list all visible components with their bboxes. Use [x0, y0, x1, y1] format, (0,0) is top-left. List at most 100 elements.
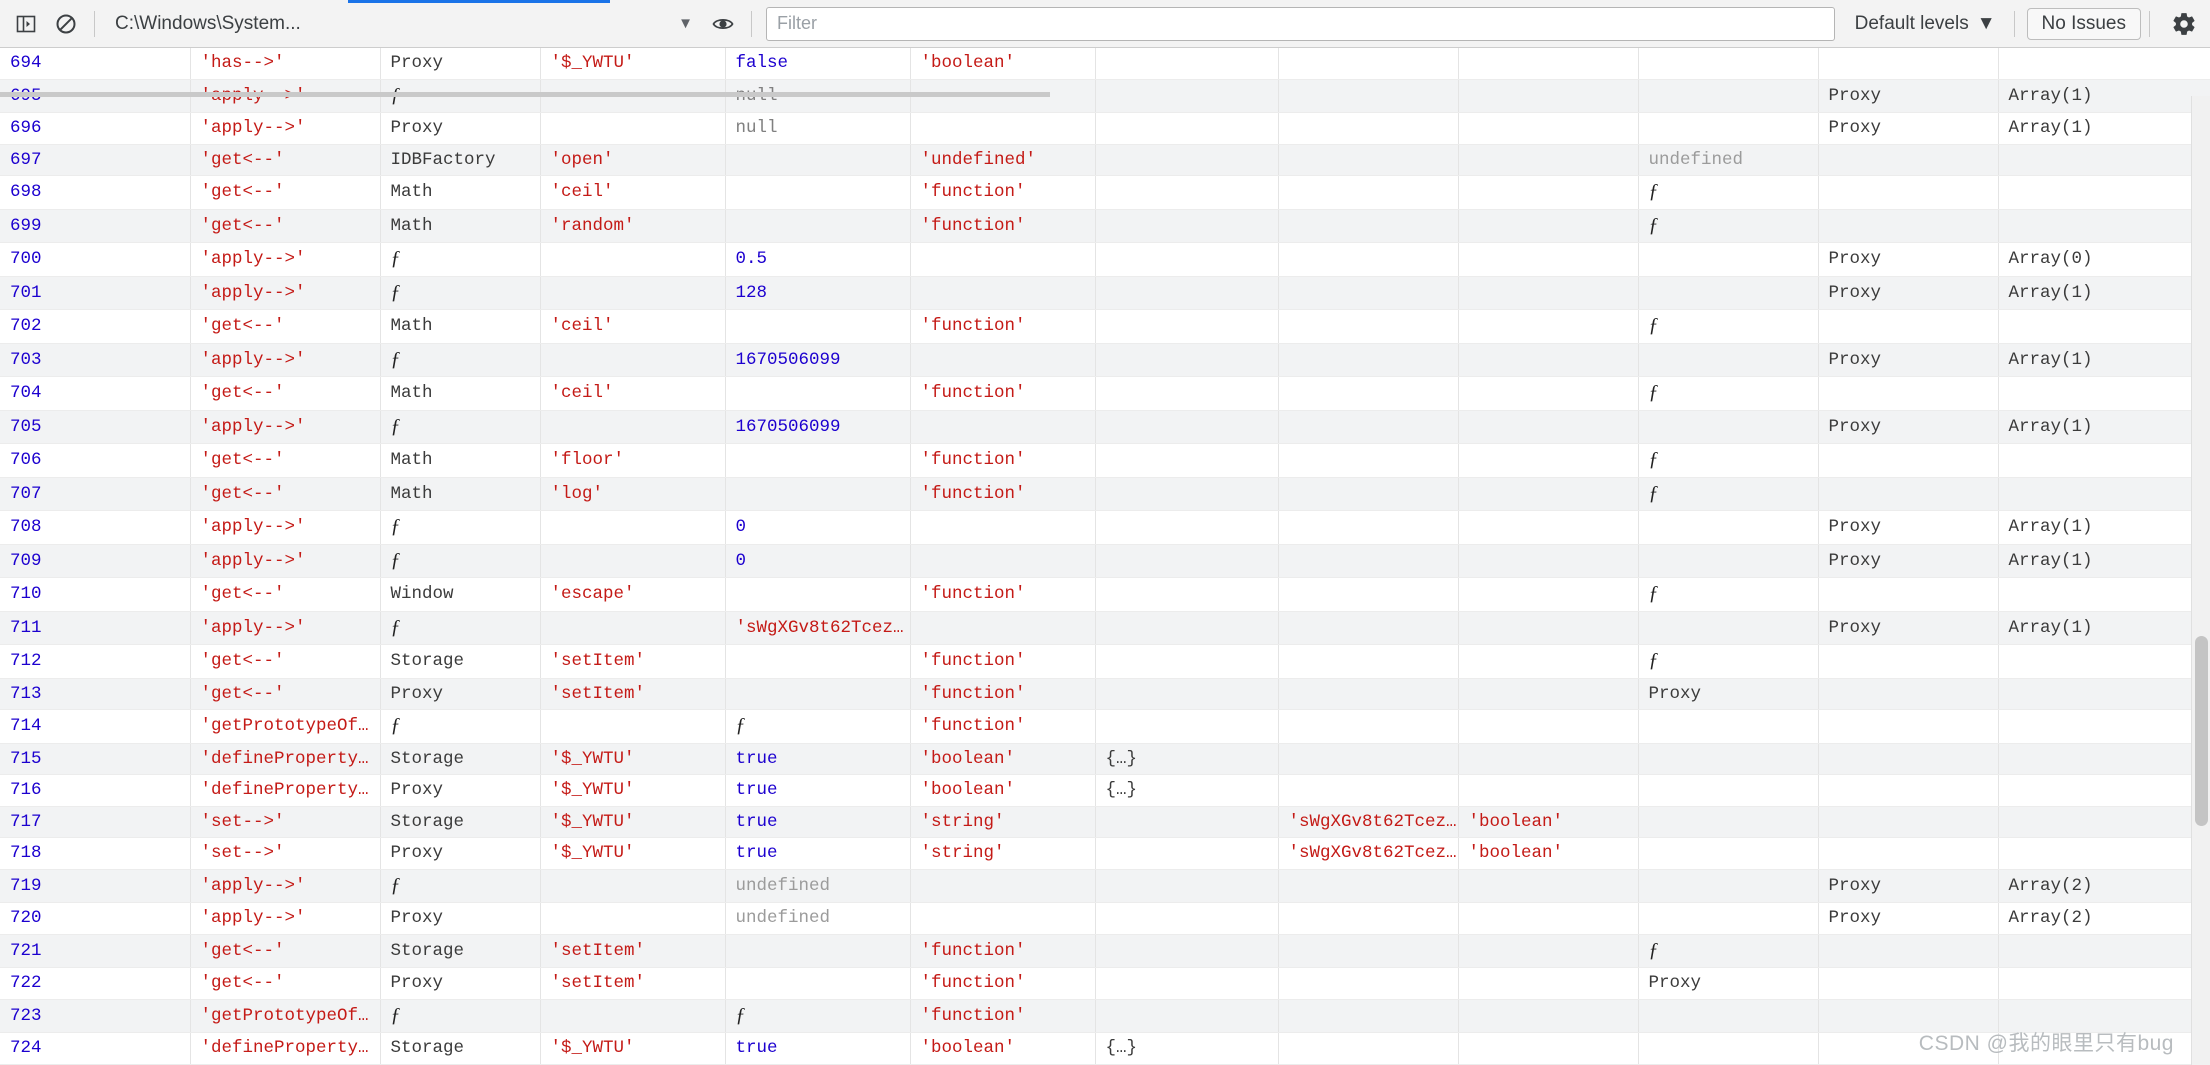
cell-property: 'ceil' — [540, 376, 726, 411]
console-vertical-scrollbar[interactable] — [2191, 96, 2210, 1065]
cell-trap-text: 'apply-->' — [200, 118, 306, 138]
table-horizontal-scrollbar-thumb[interactable] — [0, 92, 1050, 97]
cell-trap: 'set-->' — [190, 837, 381, 870]
settings-button[interactable] — [2164, 4, 2204, 44]
cell-index-text: 710 — [10, 584, 42, 604]
table-row[interactable]: 701 'apply-->' ƒ 128 Proxy Array(1) — [0, 276, 2210, 310]
cell-target: ƒ — [380, 410, 541, 444]
cell-arg — [1278, 144, 1459, 176]
table-row[interactable]: 723 'getPrototypeOf… ƒ ƒ 'function' — [0, 999, 2210, 1033]
cell-value: true — [725, 1032, 911, 1065]
table-row[interactable]: 720 'apply-->' Proxy undefined Proxy Array(2) — [0, 902, 2210, 935]
cell-target: Window — [380, 577, 541, 612]
table-row[interactable]: 704 'get<--' Math 'ceil' 'function' ƒ — [0, 376, 2210, 411]
cell-return: undefined — [1638, 144, 1819, 176]
cell-value — [725, 443, 911, 478]
table-row[interactable]: 700 'apply-->' ƒ 0.5 Proxy Array(0) — [0, 242, 2210, 277]
javascript-context-selector[interactable]: C:\Windows\System... ▼ — [103, 6, 703, 42]
table-row[interactable]: 710 'get<--' Window 'escape' 'function' ƒ — [0, 577, 2210, 612]
cell-index-text: 698 — [10, 182, 42, 202]
cell-type: 'function' — [910, 175, 1096, 210]
cell-descriptor — [1095, 837, 1279, 870]
cell-thisarg — [1818, 48, 1999, 80]
cell-index: 694 — [0, 48, 191, 80]
cell-value: undefined — [725, 869, 911, 903]
create-live-expression-button[interactable] — [703, 4, 743, 44]
cell-descriptor — [1095, 242, 1279, 277]
table-row[interactable]: 694 'has-->' Proxy '$_YWTU' false 'boolean' — [0, 48, 2210, 80]
cell-thisarg — [1818, 309, 1999, 344]
table-row[interactable]: 706 'get<--' Math 'floor' 'function' ƒ — [0, 443, 2210, 478]
cell-trap-text: 'apply-->' — [200, 875, 306, 896]
cell-index-text: 697 — [10, 149, 42, 170]
cell-index-text: 723 — [10, 1005, 42, 1026]
cell-argtype — [1458, 1032, 1639, 1065]
issues-button[interactable]: No Issues — [2026, 7, 2141, 40]
cell-argtype — [1458, 477, 1639, 511]
table-row[interactable]: 705 'apply-->' ƒ 1670506099 Proxy Array(1) — [0, 410, 2210, 444]
table-row[interactable]: 716 'defineProperty… Proxy '$_YWTU' true 'boo… — [0, 774, 2210, 807]
cell-type-text: 'function' — [920, 1005, 1026, 1026]
table-row[interactable]: 697 'get<--' IDBFactory 'open' 'undefined' un… — [0, 144, 2210, 176]
cell-property — [540, 242, 726, 277]
cell-args — [1998, 144, 2210, 176]
cell-value-text: 'sWgXGv8t62Tcez… — [735, 617, 904, 638]
cell-return — [1638, 709, 1819, 744]
console-table-body: 694'has-->'Proxy'$_YWTU'false'boolean'69… — [0, 48, 2210, 1065]
table-row[interactable]: 712 'get<--' Storage 'setItem' 'function' ƒ — [0, 644, 2210, 679]
table-row[interactable]: 708 'apply-->' ƒ 0 Proxy Array(1) — [0, 510, 2210, 545]
cell-value — [725, 934, 911, 968]
table-row[interactable]: 707 'get<--' Math 'log' 'function' ƒ — [0, 477, 2210, 511]
cell-trap: 'get<--' — [190, 577, 381, 612]
cell-target-text: ƒ — [390, 873, 401, 896]
console-sidebar-toggle-button[interactable] — [6, 4, 46, 44]
table-row[interactable]: 715 'defineProperty… Storage '$_YWTU' true 'b… — [0, 743, 2210, 775]
cell-target: ƒ — [380, 611, 541, 645]
console-vertical-scrollbar-thumb[interactable] — [2195, 636, 2208, 826]
cell-target: ƒ — [380, 544, 541, 578]
cell-descriptor: {…} — [1095, 774, 1279, 807]
cell-descriptor — [1095, 376, 1279, 411]
table-row[interactable]: 699 'get<--' Math 'random' 'function' ƒ — [0, 209, 2210, 243]
cell-property: 'setItem' — [540, 644, 726, 679]
cell-type — [910, 902, 1096, 935]
cell-type: 'function' — [910, 209, 1096, 243]
clear-console-button[interactable] — [46, 4, 86, 44]
cell-property: 'setItem' — [540, 934, 726, 968]
cell-type-text: 'function' — [920, 651, 1026, 671]
table-row[interactable]: 721 'get<--' Storage 'setItem' 'function' ƒ — [0, 934, 2210, 968]
cell-trap: 'apply-->' — [190, 343, 381, 377]
table-row[interactable]: 718 'set-->' Proxy '$_YWTU' true 'string' 'sWg… — [0, 837, 2210, 870]
table-row[interactable]: 714 'getPrototypeOf… ƒ ƒ 'function' — [0, 709, 2210, 744]
table-row[interactable]: 713 'get<--' Proxy 'setItem' 'function' Proxy — [0, 678, 2210, 710]
table-row[interactable]: 696 'apply-->' Proxy null Proxy Array(1) — [0, 112, 2210, 145]
cell-value-text: null — [735, 118, 778, 138]
console-filter-input[interactable] — [766, 6, 1835, 41]
table-row[interactable]: 703 'apply-->' ƒ 1670506099 Proxy Array(1) — [0, 343, 2210, 377]
cell-index-text: 717 — [10, 811, 42, 832]
table-row[interactable]: 719 'apply-->' ƒ undefined Proxy Array(2) — [0, 869, 2210, 903]
table-row[interactable]: 698 'get<--' Math 'ceil' 'function' ƒ — [0, 175, 2210, 210]
cell-target: Storage — [380, 1032, 541, 1065]
cell-target: Storage — [380, 644, 541, 679]
cell-args: Array(2) — [1998, 869, 2210, 903]
cell-args: Array(1) — [1998, 343, 2210, 377]
cell-index: 720 — [0, 902, 191, 935]
cell-args — [1998, 678, 2210, 710]
table-row[interactable]: 717 'set-->' Storage '$_YWTU' true 'string' 's… — [0, 806, 2210, 838]
table-row[interactable]: 711 'apply-->' ƒ 'sWgXGv8t62Tcez… Proxy Array… — [0, 611, 2210, 645]
cell-arg — [1278, 1032, 1459, 1065]
cell-index: 711 — [0, 611, 191, 645]
cell-target-text: Window — [390, 584, 454, 604]
cell-descriptor — [1095, 902, 1279, 935]
table-row[interactable]: 722 'get<--' Proxy 'setItem' 'function' Proxy — [0, 967, 2210, 1000]
cell-property-text: 'setItem' — [550, 683, 646, 704]
log-levels-dropdown[interactable]: Default levels ▼ — [1845, 7, 2006, 41]
table-row[interactable]: 709 'apply-->' ƒ 0 Proxy Array(1) — [0, 544, 2210, 578]
table-horizontal-scrollbar-top[interactable] — [0, 92, 2191, 97]
table-row[interactable]: 702 'get<--' Math 'ceil' 'function' ƒ — [0, 309, 2210, 344]
cell-value — [725, 678, 911, 710]
cell-return-text: ƒ — [1648, 481, 1659, 504]
cell-arg — [1278, 869, 1459, 903]
table-row[interactable]: 724 'defineProperty… Storage '$_YWTU' true 'b… — [0, 1032, 2210, 1065]
